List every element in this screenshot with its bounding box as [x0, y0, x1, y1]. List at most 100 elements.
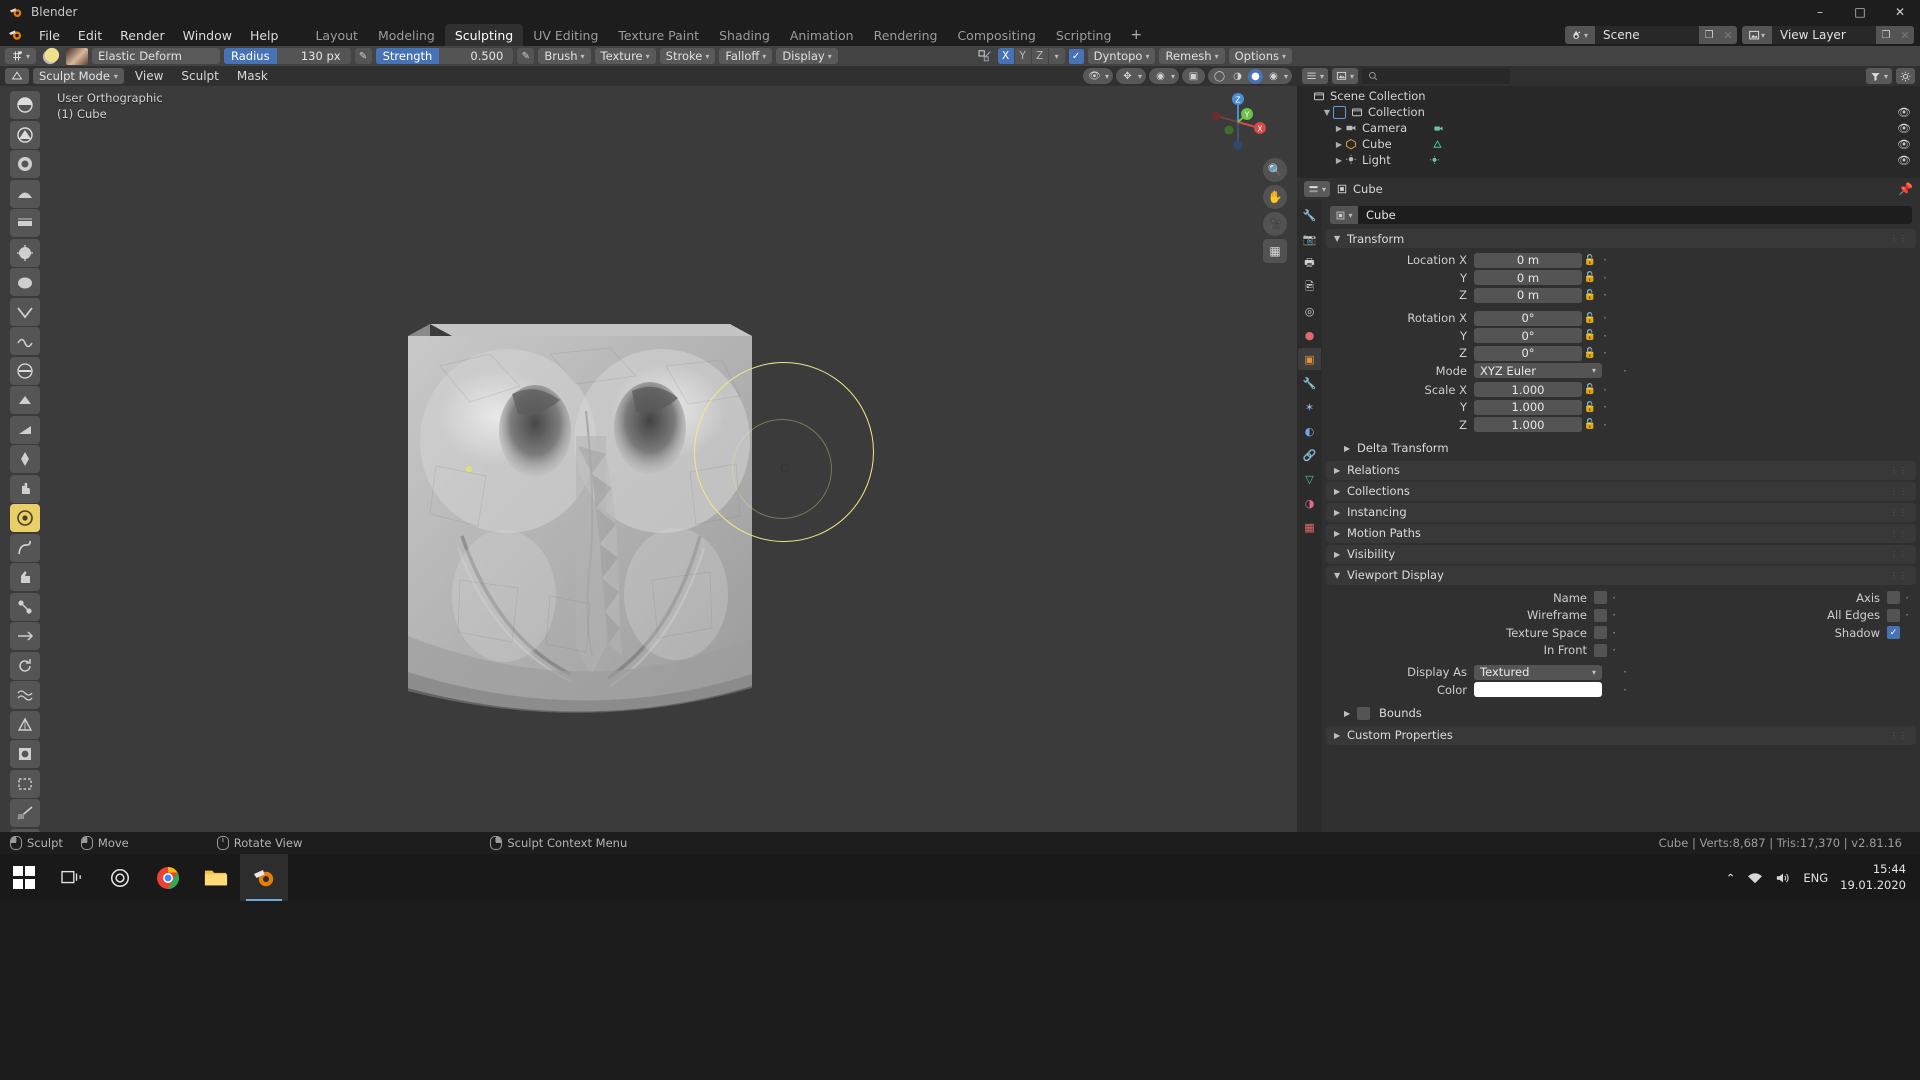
tool-blob-button[interactable] [10, 268, 40, 296]
rotation-mode-dropdown[interactable]: XYZ Euler ▾ [1474, 363, 1602, 378]
view-layer-selector[interactable]: ▾ View Layer ❐ ✕ [1742, 26, 1914, 44]
object-name-field[interactable]: Cube [1358, 206, 1912, 224]
outliner-display-mode-selector[interactable]: ▾ [1332, 68, 1359, 84]
scene-remove-button[interactable]: ✕ [1719, 26, 1737, 44]
panel-header-custom-properties[interactable]: ▶ Custom Properties ⋮⋮ [1326, 725, 1916, 745]
lock-icon[interactable]: 🔓 [1582, 330, 1598, 341]
disclosure-triangle[interactable]: ▶ [1333, 124, 1345, 133]
start-button[interactable] [0, 854, 48, 901]
workspace-tab-animation[interactable]: Animation [780, 24, 864, 46]
tool-draw-button[interactable] [10, 91, 40, 119]
panel-header-visibility[interactable]: ▶ Visibility ⋮⋮ [1326, 544, 1916, 564]
workspace-tab-uv-editing[interactable]: UV Editing [523, 24, 608, 46]
stroke-menu[interactable]: Stroke ▾ [659, 48, 716, 64]
properties-tab-view-layer[interactable]: 🖻 [1298, 276, 1321, 298]
view-layer-remove-button[interactable]: ✕ [1896, 26, 1914, 44]
symmetry-dropdown-icon[interactable]: ▾ [1048, 48, 1065, 64]
network-icon[interactable] [1747, 871, 1763, 885]
rotation-x-value[interactable]: 0° [1474, 310, 1582, 326]
panel-header-collections[interactable]: ▶ Collections ⋮⋮ [1326, 481, 1916, 501]
bounds-checkbox[interactable] [1357, 706, 1370, 720]
display-name-checkbox[interactable] [1594, 591, 1607, 604]
lock-icon[interactable]: 🔓 [1582, 348, 1598, 359]
symmetry-x-button[interactable]: X [997, 48, 1014, 64]
lock-icon[interactable]: 🔓 [1582, 313, 1598, 324]
minimize-button[interactable]: – [1800, 0, 1840, 24]
scene-icon[interactable]: ▾ [1565, 26, 1595, 44]
eye-icon[interactable]: 👁 [1897, 122, 1911, 135]
brush-strength-field[interactable]: Strength 0.500 [375, 48, 514, 64]
tool-line-project-button[interactable] [10, 799, 40, 827]
animate-dot-icon[interactable]: · [1598, 346, 1612, 360]
properties-editor-type-icon[interactable]: ▾ [1304, 181, 1331, 197]
panel-header-motion-paths[interactable]: ▶ Motion Paths ⋮⋮ [1326, 523, 1916, 543]
tool-preset-icon[interactable]: ▾ [5, 48, 37, 64]
workspace-tab-scripting[interactable]: Scripting [1046, 24, 1122, 46]
menu-render[interactable]: Render [111, 24, 174, 46]
menu-file[interactable]: File [30, 24, 69, 46]
explorer-button[interactable] [192, 854, 240, 901]
properties-tab-render[interactable]: 📷 [1298, 228, 1321, 250]
display-in-front-checkbox[interactable] [1594, 643, 1607, 657]
task-view-button[interactable] [48, 854, 96, 901]
animate-dot-icon[interactable]: · [1900, 591, 1914, 605]
brush-radius-field[interactable]: Radius 130 px [224, 48, 351, 64]
panel-header-delta-transform[interactable]: ▶ Delta Transform [1326, 439, 1916, 458]
properties-tab-tool[interactable]: 🔧 [1298, 204, 1321, 226]
scale-z-value[interactable]: 1.000 [1474, 417, 1582, 432]
overlays-toggle[interactable]: ◉ ▾ [1148, 68, 1179, 84]
tool-smooth-button[interactable] [10, 327, 40, 355]
object-color-swatch[interactable] [1474, 682, 1602, 697]
view-layer-icon[interactable]: ▾ [1742, 26, 1772, 44]
animate-dot-icon[interactable]: · [1900, 608, 1914, 622]
scene-name[interactable]: Scene [1595, 26, 1699, 44]
view-axis-gizmo[interactable]: Z X Y [1207, 91, 1269, 153]
animate-dot-icon[interactable]: · [1598, 288, 1612, 302]
location-y-value[interactable]: 0 m [1474, 270, 1582, 285]
panel-header-instancing[interactable]: ▶ Instancing ⋮⋮ [1326, 502, 1916, 522]
workspace-tab-texture-paint[interactable]: Texture Paint [608, 24, 709, 46]
lock-icon[interactable]: 🔓 [1582, 384, 1598, 395]
scene-new-button[interactable]: ❐ [1699, 26, 1719, 44]
object-id-block[interactable]: ▾ Cube [1330, 206, 1912, 224]
tray-language-indicator[interactable]: ENG [1803, 871, 1828, 885]
menu-help[interactable]: Help [241, 24, 288, 46]
checkbox-icon[interactable] [1333, 105, 1346, 119]
dyntopo-checkbox[interactable]: ✓ [1068, 48, 1084, 64]
tray-chevron-icon[interactable]: ⌃ [1726, 871, 1736, 885]
display-as-dropdown[interactable]: Textured ▾ [1474, 664, 1602, 680]
viewport-menu-mask[interactable]: Mask [230, 69, 275, 83]
display-menu[interactable]: Display ▾ [776, 48, 838, 64]
animate-dot-icon[interactable]: · [1607, 608, 1621, 622]
outliner-settings-icon[interactable] [1896, 68, 1915, 84]
scale-x-value[interactable]: 1.000 [1474, 382, 1582, 397]
disclosure-triangle[interactable]: ▶ [1333, 140, 1345, 149]
tool-elastic-deform-button[interactable] [10, 504, 40, 532]
panel-header-bounds[interactable]: ▶ Bounds [1326, 704, 1916, 723]
blender-taskbar-button[interactable] [240, 854, 288, 901]
properties-tab-object-data[interactable]: ▽ [1298, 468, 1321, 490]
animate-dot-icon[interactable]: · [1598, 329, 1612, 343]
workspace-tab-rendering[interactable]: Rendering [864, 24, 948, 46]
outliner-item-light[interactable]: ▶ Light 👁 [1297, 152, 1920, 168]
workspace-tab-sculpting[interactable]: Sculpting [444, 24, 524, 46]
hand-icon[interactable]: ✋ [1263, 185, 1287, 209]
outliner-search-input[interactable] [1362, 68, 1511, 84]
viewport-menu-view[interactable]: View [128, 69, 170, 83]
lock-icon[interactable]: 🔓 [1582, 272, 1598, 283]
display-all-edges-checkbox[interactable] [1887, 608, 1900, 622]
display-shadow-checkbox[interactable]: ✓ [1887, 626, 1900, 639]
animate-dot-icon[interactable]: · [1598, 418, 1612, 432]
menu-edit[interactable]: Edit [69, 24, 111, 46]
scene-selector[interactable]: ▾ Scene ❐ ✕ [1565, 26, 1737, 44]
animate-dot-icon[interactable]: · [1598, 253, 1612, 267]
workspace-tab-modeling[interactable]: Modeling [368, 24, 445, 46]
animate-dot-icon[interactable]: · [1618, 683, 1632, 697]
grid-icon[interactable]: ▦ [1263, 239, 1287, 263]
outliner-item-camera[interactable]: ▶ Camera 👁 [1297, 120, 1920, 136]
tool-draw-sharp-button[interactable] [10, 120, 40, 149]
outliner-editor[interactable]: ▾ ▾ ▾ Scene Collection ▼ Collection 👁 ▶ … [1297, 66, 1920, 178]
outliner-item-scene-collection[interactable]: Scene Collection [1297, 88, 1920, 104]
pin-icon[interactable]: 📌 [1898, 182, 1913, 196]
view-layer-name[interactable]: View Layer [1772, 26, 1876, 44]
